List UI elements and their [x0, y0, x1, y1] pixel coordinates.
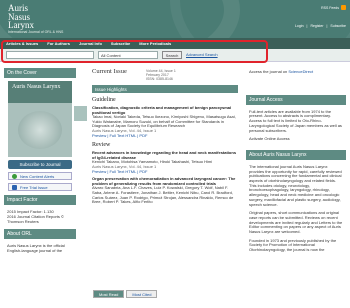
sciencedirect-access: Access the journal on ScienceDirect	[246, 68, 346, 77]
about-orl-text: Auris Nasus Larynx is the official Engli…	[7, 243, 65, 253]
trial-icon	[12, 184, 17, 190]
rss-label: RSS Feeds	[321, 5, 339, 10]
free-trial-button[interactable]: Free Trial Issue	[8, 183, 72, 191]
right-sidebar: Access the journal on ScienceDirect Jour…	[246, 68, 346, 255]
register-link[interactable]: Register	[310, 24, 323, 28]
article-thumbnail[interactable]	[74, 106, 87, 121]
about-journal-text: Original papers, short communications an…	[249, 210, 343, 235]
logo-line: Larynx	[8, 20, 34, 30]
highlights-heading: Issue Highlights	[92, 85, 238, 93]
main-content: Current Issue Volume 44, Issue 1 Februar…	[74, 68, 238, 205]
alert-icon	[12, 173, 17, 179]
about-journal-text: The international journal Auris Nasus La…	[249, 163, 342, 207]
site-header: Auris Nasus Larynx International Journal…	[0, 0, 350, 38]
issue-meta: Volume 44, Issue 1 February 2017 ISSN: 0…	[146, 69, 176, 81]
article-item: Organ preservation with chemoradiation i…	[92, 176, 238, 205]
impact-heading: Impact Factor	[4, 195, 76, 205]
journal-subtitle: International Journal of ORL & HNS	[8, 30, 64, 34]
link-separator: |	[306, 24, 308, 28]
journal-access-heading: Journal Access	[246, 94, 346, 105]
impact-factor-text: 2015 Impact Factor: 1.130 2016 Journal C…	[4, 208, 76, 225]
rss-link[interactable]: RSS Feeds	[321, 5, 346, 10]
subscribe-link[interactable]: Subscribe	[330, 24, 346, 28]
journal-cover[interactable]: Auris Nasus Larynx	[8, 81, 72, 157]
access-label: Access the journal on	[249, 69, 288, 74]
tab-most-read[interactable]: Most Read	[93, 290, 125, 298]
highlight-box	[1, 40, 268, 63]
cover-title: Auris Nasus Larynx	[12, 84, 61, 90]
journal-access-text: Full-text articles are available from 19…	[249, 108, 342, 133]
login-link[interactable]: Login	[295, 24, 304, 28]
section-title: Review	[92, 142, 111, 149]
impact-line: Thomson Reuters	[7, 219, 39, 224]
link-separator: |	[326, 24, 328, 28]
tab-most-cited[interactable]: Most Cited	[126, 290, 158, 298]
article-item: Recent advances in knowledge regarding t…	[92, 150, 238, 175]
article-authors: Alvaro Sanabria, Ana L.F. Chaves, Luiz P…	[92, 185, 234, 205]
rss-icon	[341, 5, 346, 10]
issue-issn: ISSN: 0385-8146	[146, 77, 173, 81]
content-alerts-button[interactable]: New Content Alerts	[8, 172, 72, 180]
left-sidebar: On the Cover Auris Nasus Larynx Subscrib…	[4, 68, 76, 254]
cover-artwork	[18, 111, 62, 149]
section-title: Guideline	[92, 97, 116, 103]
about-orl-heading: About ORL	[4, 229, 76, 239]
about-journal-heading: About Auris Nasus Larynx	[246, 149, 346, 160]
subscribe-button[interactable]: Subscribe to Journal	[8, 160, 72, 169]
article-links[interactable]: Preview | Full Text HTML | PDF	[92, 169, 238, 175]
activate-access-link[interactable]: Activate Online Access	[246, 135, 346, 144]
content-alerts-label: New Content Alerts	[20, 173, 55, 179]
journal-logo[interactable]: Auris Nasus Larynx	[8, 4, 34, 30]
cover-heading: On the Cover	[4, 68, 76, 78]
sciencedirect-link[interactable]: ScienceDirect	[288, 69, 313, 74]
account-links: Login | Register | Subscribe	[295, 24, 346, 28]
about-journal-text: Founded in 1973 and previously published…	[249, 237, 337, 253]
free-trial-label: Free Trial Issue	[20, 184, 48, 190]
article-item: Classification, diagnostic criteria and …	[74, 105, 238, 139]
article-links[interactable]: Preview | Full Text HTML | PDF	[92, 133, 238, 139]
article-authors: Takao Imai, Noriaki Takeda, Tetsuo Ikezo…	[92, 114, 236, 129]
list-tabs: Most Read Most Cited	[93, 290, 158, 298]
